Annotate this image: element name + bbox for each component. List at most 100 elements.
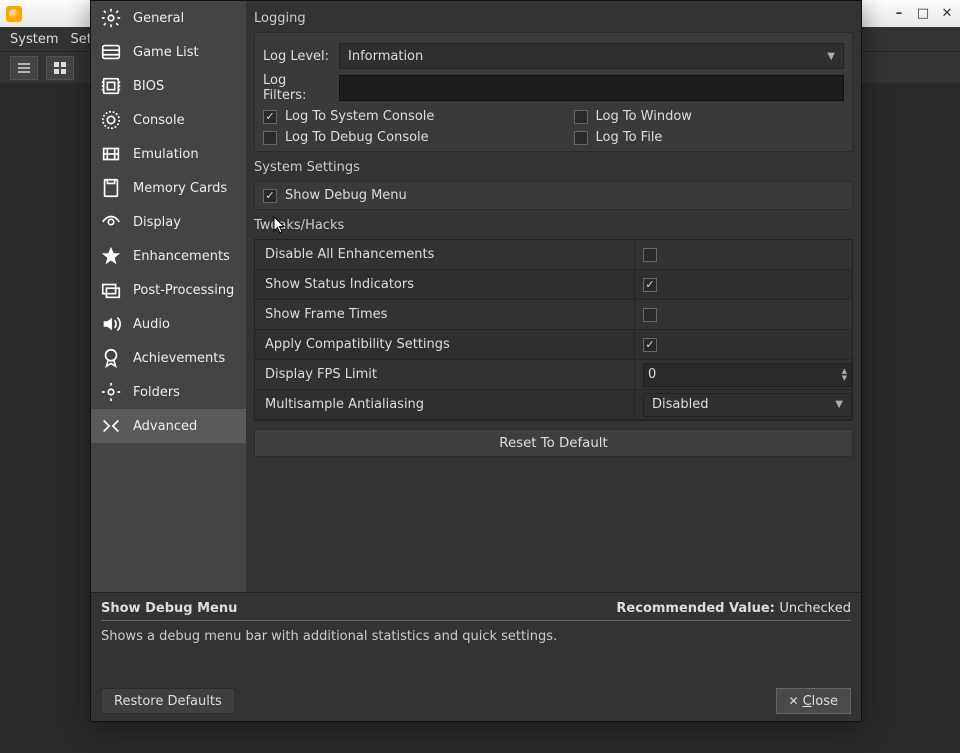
tweaks-group: Tweaks/Hacks Disable All EnhancementsSho… (254, 218, 853, 461)
sidebar-item-memorycards[interactable]: Memory Cards (91, 171, 246, 205)
recommended-value-label: Recommended Value: (616, 601, 774, 616)
tweak-checkbox[interactable] (643, 248, 657, 262)
memorycards-icon (99, 176, 123, 200)
tweak-checkbox[interactable] (643, 308, 657, 322)
tweak-checkbox[interactable] (643, 338, 657, 352)
tweak-checkbox[interactable] (643, 278, 657, 292)
logging-group: Logging Log Level: Information ▼ Log Fil… (254, 11, 853, 152)
list-view-button[interactable] (10, 56, 38, 80)
close-dialog-button[interactable]: ✕ Close (776, 688, 851, 714)
button-label: Restore Defaults (114, 694, 222, 709)
tweak-value-cell (635, 338, 852, 352)
sidebar-item-console[interactable]: Console (91, 103, 246, 137)
sidebar-item-general[interactable]: General (91, 1, 246, 35)
sidebar-item-display[interactable]: Display (91, 205, 246, 239)
gamelist-icon (99, 40, 123, 64)
tooltip-title: Show Debug Menu (101, 601, 237, 616)
system-settings-group-title: System Settings (254, 160, 853, 175)
tweak-value-cell (635, 308, 852, 322)
tweak-value-cell (635, 278, 852, 292)
checkbox-label: Log To Debug Console (285, 130, 429, 145)
sidebar-item-bios[interactable]: BIOS (91, 69, 246, 103)
general-icon (99, 6, 123, 30)
sidebar-item-postprocessing[interactable]: Post-Processing (91, 273, 246, 307)
settings-sidebar: General Game List BIOS Console Emulation Memo… (91, 1, 246, 592)
close-icon: ✕ (789, 694, 799, 708)
tweak-row: Apply Compatibility Settings (255, 330, 852, 360)
sidebar-item-label: Display (133, 215, 181, 230)
sidebar-item-folders[interactable]: Folders (91, 375, 246, 409)
tweak-label: Show Status Indicators (255, 270, 635, 299)
minimize-button[interactable]: – (890, 4, 908, 22)
sidebar-item-advanced[interactable]: Advanced (91, 409, 246, 443)
tweak-label: Apply Compatibility Settings (255, 330, 635, 359)
log-filters-label: Log Filters: (263, 73, 331, 103)
tweak-label: Multisample Antialiasing (255, 390, 635, 419)
tweak-row: Disable All Enhancements (255, 240, 852, 270)
tweak-value-cell (635, 248, 852, 262)
restore-defaults-button[interactable]: Restore Defaults (101, 688, 235, 714)
sidebar-item-label: Audio (133, 317, 170, 332)
sidebar-item-label: Memory Cards (133, 181, 227, 196)
reset-to-default-button[interactable]: Reset To Default (254, 429, 853, 457)
display-icon (99, 210, 123, 234)
sidebar-item-label: Folders (133, 385, 180, 400)
checkbox-label: Show Debug Menu (285, 188, 407, 203)
log-level-value: Information (348, 49, 423, 64)
sidebar-item-label: Post-Processing (133, 283, 234, 298)
tweak-row: Show Status Indicators (255, 270, 852, 300)
tweak-value-cell: 0▲▼ (635, 363, 852, 387)
sidebar-item-label: Console (133, 113, 185, 128)
checkbox-icon (574, 131, 588, 145)
log-to-file-checkbox[interactable]: Log To File (574, 130, 845, 145)
tooltip-body: Shows a debug menu bar with additional s… (101, 629, 851, 673)
tweak-value-cell: Disabled▼ (635, 393, 852, 417)
checkbox-icon (263, 131, 277, 145)
app-icon (6, 6, 22, 22)
grid-view-button[interactable] (46, 56, 74, 80)
recommended-value-text: Unchecked (779, 601, 851, 616)
menu-system[interactable]: System (10, 32, 58, 47)
maximize-button[interactable]: □ (914, 4, 932, 22)
tweaks-list[interactable]: Disable All EnhancementsShow Status Indi… (255, 240, 852, 420)
folders-icon (99, 380, 123, 404)
log-to-system-console-checkbox[interactable]: Log To System Console (263, 109, 534, 124)
log-to-debug-console-checkbox[interactable]: Log To Debug Console (263, 130, 534, 145)
postprocessing-icon (99, 278, 123, 302)
sidebar-item-audio[interactable]: Audio (91, 307, 246, 341)
log-level-select[interactable]: Information ▼ (339, 43, 844, 69)
show-debug-menu-checkbox[interactable]: Show Debug Menu (263, 188, 844, 203)
sidebar-item-enhancements[interactable]: Enhancements (91, 239, 246, 273)
sidebar-item-label: Advanced (133, 419, 197, 434)
dropdown-arrow-icon: ▼ (827, 51, 835, 62)
emulation-icon (99, 142, 123, 166)
tweak-row: Multisample Antialiasing Disabled▼ (255, 390, 852, 420)
checkbox-icon (263, 189, 277, 203)
tooltip-area: Show Debug Menu Recommended Value: Unche… (91, 592, 861, 681)
log-filters-input[interactable] (339, 75, 844, 101)
sidebar-item-label: General (133, 11, 184, 26)
sidebar-item-emulation[interactable]: Emulation (91, 137, 246, 171)
button-label: Close (803, 694, 838, 709)
advanced-icon (99, 414, 123, 438)
tweaks-group-title: Tweaks/Hacks (254, 218, 853, 233)
audio-icon (99, 312, 123, 336)
tweak-spinner[interactable]: 0▲▼ (643, 363, 852, 387)
close-window-button[interactable]: ✕ (938, 4, 956, 22)
tweak-select[interactable]: Disabled▼ (643, 393, 852, 417)
sidebar-item-label: BIOS (133, 79, 164, 94)
sidebar-item-achievements[interactable]: Achievements (91, 341, 246, 375)
tweak-label: Disable All Enhancements (255, 240, 635, 269)
sidebar-item-label: Emulation (133, 147, 199, 162)
console-icon (99, 108, 123, 132)
tweak-label: Display FPS Limit (255, 360, 635, 389)
sidebar-item-gamelist[interactable]: Game List (91, 35, 246, 69)
dropdown-arrow-icon: ▼ (835, 399, 843, 410)
system-settings-group: System Settings Show Debug Menu (254, 160, 853, 210)
checkbox-icon (574, 110, 588, 124)
enhancements-icon (99, 244, 123, 268)
log-to-window-checkbox[interactable]: Log To Window (574, 109, 845, 124)
settings-pane-advanced: Logging Log Level: Information ▼ Log Fil… (246, 1, 861, 592)
spinner-buttons[interactable]: ▲▼ (842, 368, 847, 382)
log-level-label: Log Level: (263, 49, 331, 64)
